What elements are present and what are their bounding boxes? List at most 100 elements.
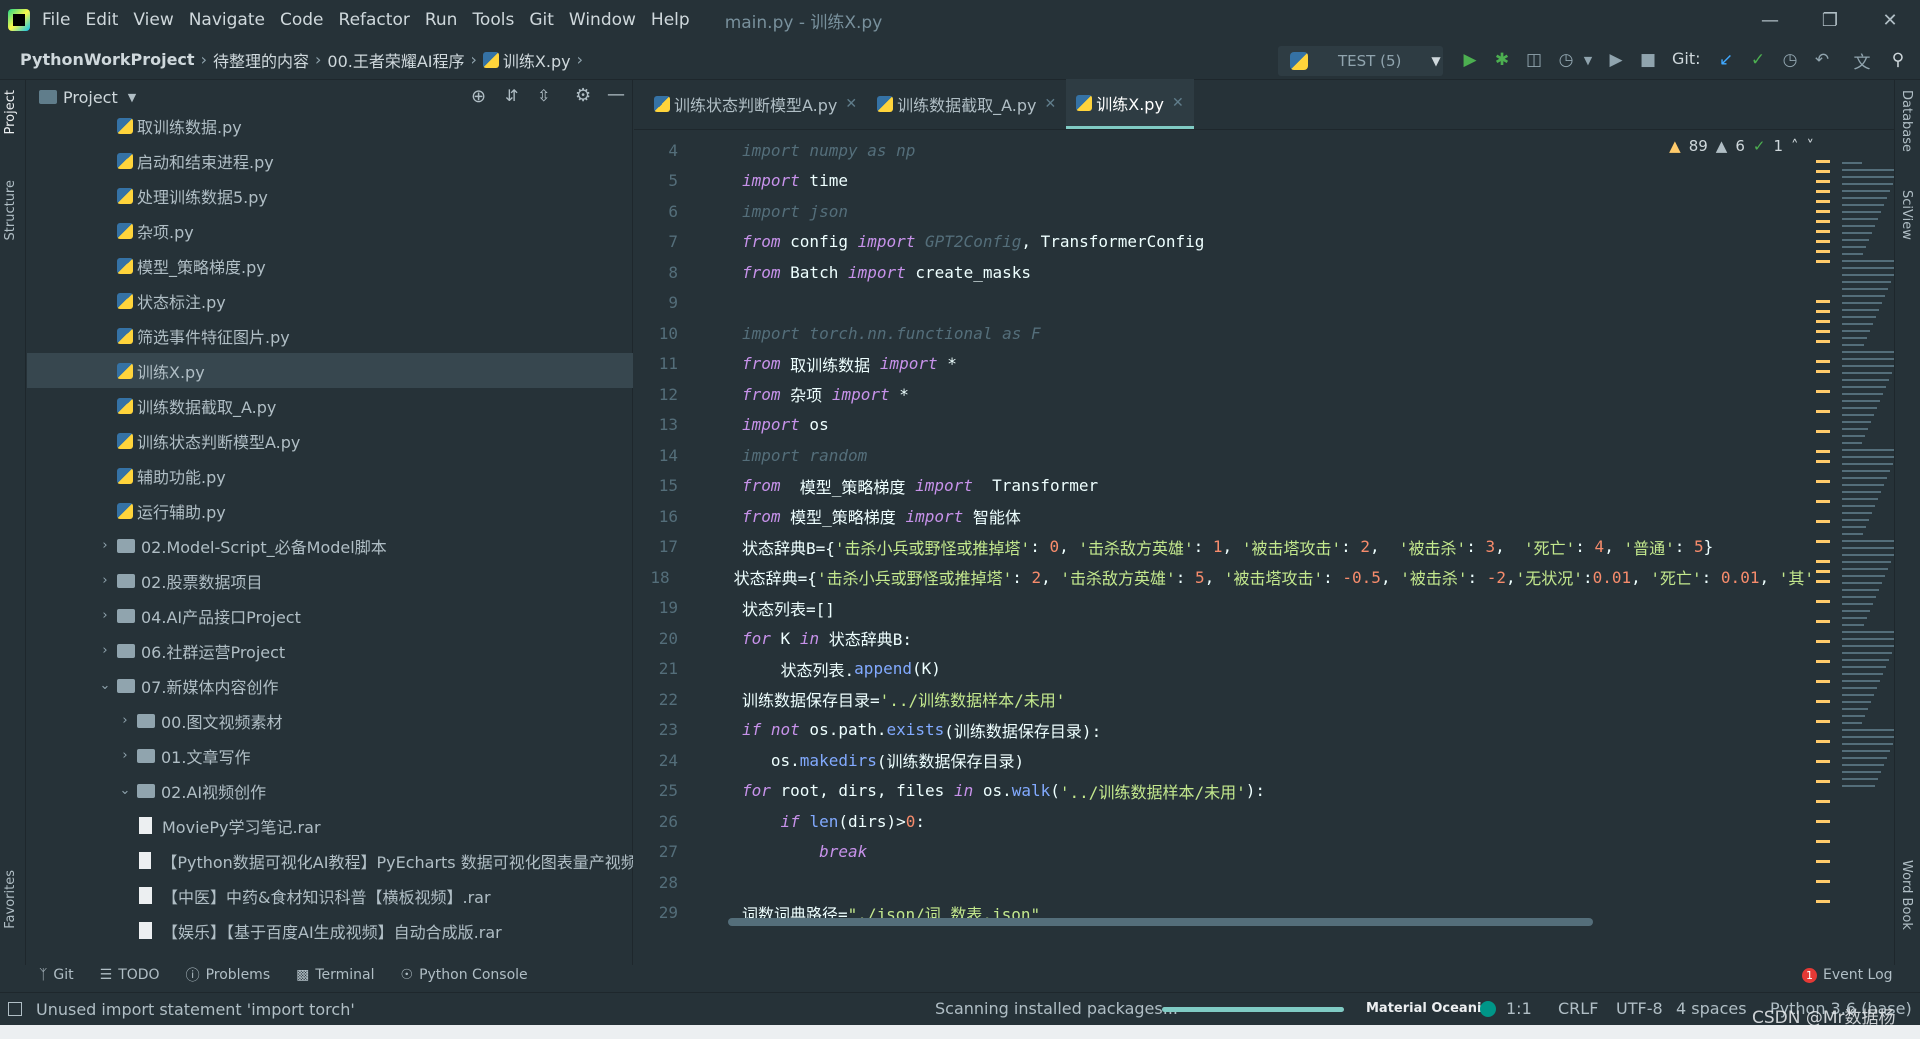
warning-marker[interactable] <box>1816 260 1830 263</box>
warning-marker[interactable] <box>1816 800 1830 803</box>
tree-folder[interactable]: ⌄ 07.新媒体内容创作 <box>27 668 633 703</box>
warning-marker[interactable] <box>1816 200 1830 203</box>
indent-setting[interactable]: 4 spaces <box>1676 999 1747 1018</box>
menu-window[interactable]: Window <box>569 10 636 30</box>
warning-marker[interactable] <box>1816 240 1830 243</box>
breadcrumb-subfolder[interactable]: 00.王者荣耀AI程序 <box>327 48 464 72</box>
tree-file[interactable]: 训练数据截取_A.py <box>27 388 633 423</box>
minimize-icon[interactable]: — <box>1740 10 1800 31</box>
chevron-down-icon[interactable]: ⌄ <box>97 678 113 693</box>
minimap[interactable] <box>1812 160 1901 920</box>
warning-marker[interactable] <box>1816 340 1830 343</box>
tree-file[interactable]: 筛选事件特征图片.py <box>27 318 633 353</box>
warning-marker[interactable] <box>1816 760 1830 763</box>
close-icon[interactable]: ✕ <box>845 96 857 112</box>
inspection-widget[interactable]: ▲ 89 ▲ 6 ✓ 1 ˄ ˅ <box>1669 137 1814 155</box>
tree-file[interactable]: 运行辅助.py <box>27 493 633 528</box>
tree-file[interactable]: 训练X.py <box>27 353 633 388</box>
tree-file[interactable]: 【中医】中药&食材知识科普【横板视频】.rar <box>27 878 633 913</box>
file-encoding[interactable]: UTF-8 <box>1616 999 1663 1018</box>
tab-train-data-capture[interactable]: 训练数据截取_A.py ✕ <box>867 79 1066 129</box>
warning-marker[interactable] <box>1816 820 1830 823</box>
tab-train-state-model[interactable]: 训练状态判断模型A.py ✕ <box>644 79 867 129</box>
menu-navigate[interactable]: Navigate <box>189 10 265 30</box>
resume-icon[interactable]: ▶ <box>1606 50 1626 70</box>
search-icon[interactable]: ⚲ <box>1888 50 1908 70</box>
tree-folder[interactable]: › 00.图文视频素材 <box>27 703 633 738</box>
warning-marker[interactable] <box>1816 320 1830 323</box>
chevron-right-icon[interactable]: › <box>97 608 113 623</box>
warning-marker[interactable] <box>1816 180 1830 183</box>
tree-file[interactable]: 状态标注.py <box>27 283 633 318</box>
warning-marker[interactable] <box>1816 900 1830 903</box>
menu-help[interactable]: Help <box>651 10 690 30</box>
gear-icon[interactable]: ⚙ <box>575 85 591 106</box>
chevron-down-icon[interactable]: ▼ <box>128 91 136 104</box>
warning-marker[interactable] <box>1816 640 1830 643</box>
menu-code[interactable]: Code <box>280 10 324 30</box>
warning-marker[interactable] <box>1816 740 1830 743</box>
restore-icon[interactable]: ❐ <box>1800 10 1860 31</box>
project-tool-tab[interactable]: Project <box>3 90 18 134</box>
menu-tools[interactable]: Tools <box>472 10 514 30</box>
warning-marker[interactable] <box>1816 410 1830 413</box>
warning-marker[interactable] <box>1816 600 1830 603</box>
close-icon[interactable]: ✕ <box>1045 96 1057 112</box>
warning-marker[interactable] <box>1816 360 1830 363</box>
warning-marker[interactable] <box>1816 450 1830 453</box>
warning-marker[interactable] <box>1816 660 1830 663</box>
stop-icon[interactable]: ■ <box>1638 50 1658 70</box>
structure-tool-tab[interactable]: Structure <box>3 180 18 240</box>
run-icon[interactable]: ▶ <box>1460 50 1480 70</box>
debug-icon[interactable]: ✱ <box>1492 50 1512 70</box>
tree-folder[interactable]: ⌄ 02.AI视频创作 <box>27 773 633 808</box>
event-log-button[interactable]: 1 Event Log <box>1802 967 1893 983</box>
project-panel-title[interactable]: Project <box>63 88 118 107</box>
chevron-right-icon[interactable]: › <box>97 573 113 588</box>
warning-marker[interactable] <box>1816 370 1830 373</box>
warning-marker[interactable] <box>1816 560 1830 563</box>
warning-marker[interactable] <box>1816 460 1830 463</box>
horizontal-scrollbar[interactable] <box>728 918 1593 926</box>
tree-file[interactable]: 启动和结束进程.py <box>27 143 633 178</box>
chevron-up-icon[interactable]: ˄ <box>1791 137 1799 155</box>
status-toggle-icon[interactable] <box>8 1002 22 1016</box>
breadcrumb-folder[interactable]: 待整理的内容 <box>213 48 309 72</box>
warning-marker[interactable] <box>1816 620 1830 623</box>
warning-marker[interactable] <box>1816 330 1830 333</box>
chevron-down-icon[interactable]: ˅ <box>1807 137 1815 155</box>
close-icon[interactable]: ✕ <box>1172 95 1184 111</box>
collapse-all-icon[interactable]: ⇳ <box>537 86 550 105</box>
sciview-tool-tab[interactable]: SciView <box>1899 190 1914 240</box>
warning-marker[interactable] <box>1816 840 1830 843</box>
warning-marker[interactable] <box>1816 520 1830 523</box>
menu-view[interactable]: View <box>133 10 173 30</box>
tree-file[interactable]: 处理训练数据5.py <box>27 178 633 213</box>
warning-marker[interactable] <box>1816 390 1830 393</box>
git-update-icon[interactable]: ↙ <box>1716 50 1736 70</box>
warning-marker[interactable] <box>1816 680 1830 683</box>
warning-marker[interactable] <box>1816 570 1830 573</box>
warning-marker[interactable] <box>1816 300 1830 303</box>
word-book-tool-tab[interactable]: Word Book <box>1899 860 1914 930</box>
tree-file[interactable]: MoviePy学习笔记.rar <box>27 808 633 843</box>
menu-file[interactable]: File <box>42 10 70 30</box>
tree-file[interactable]: 取训练数据.py <box>27 108 633 143</box>
tree-folder[interactable]: › 02.股票数据项目 <box>27 563 633 598</box>
code-editor[interactable]: 4 import numpy as np 5 import time 6 import j… <box>634 131 1894 926</box>
breadcrumb-project[interactable]: PythonWorkProject <box>20 50 195 69</box>
chevron-right-icon[interactable]: › <box>117 713 133 728</box>
tree-file[interactable]: 训练状态判断模型A.py <box>27 423 633 458</box>
warning-marker[interactable] <box>1816 860 1830 863</box>
locate-icon[interactable]: ⊕ <box>471 86 486 107</box>
warning-marker[interactable] <box>1816 430 1830 433</box>
tab-train-x[interactable]: 训练X.py ✕ <box>1066 79 1194 129</box>
warning-marker[interactable] <box>1816 160 1830 163</box>
hide-panel-icon[interactable]: — <box>607 84 625 105</box>
tree-file[interactable]: 【娱乐】【基于百度AI生成视频】自动合成版.rar <box>27 913 633 948</box>
line-separator[interactable]: CRLF <box>1558 999 1598 1018</box>
git-commit-icon[interactable]: ✓ <box>1748 50 1768 70</box>
tree-folder[interactable]: › 02.Model-Script_必备Model脚本 <box>27 528 633 563</box>
warning-marker[interactable] <box>1816 720 1830 723</box>
warning-marker[interactable] <box>1816 700 1830 703</box>
